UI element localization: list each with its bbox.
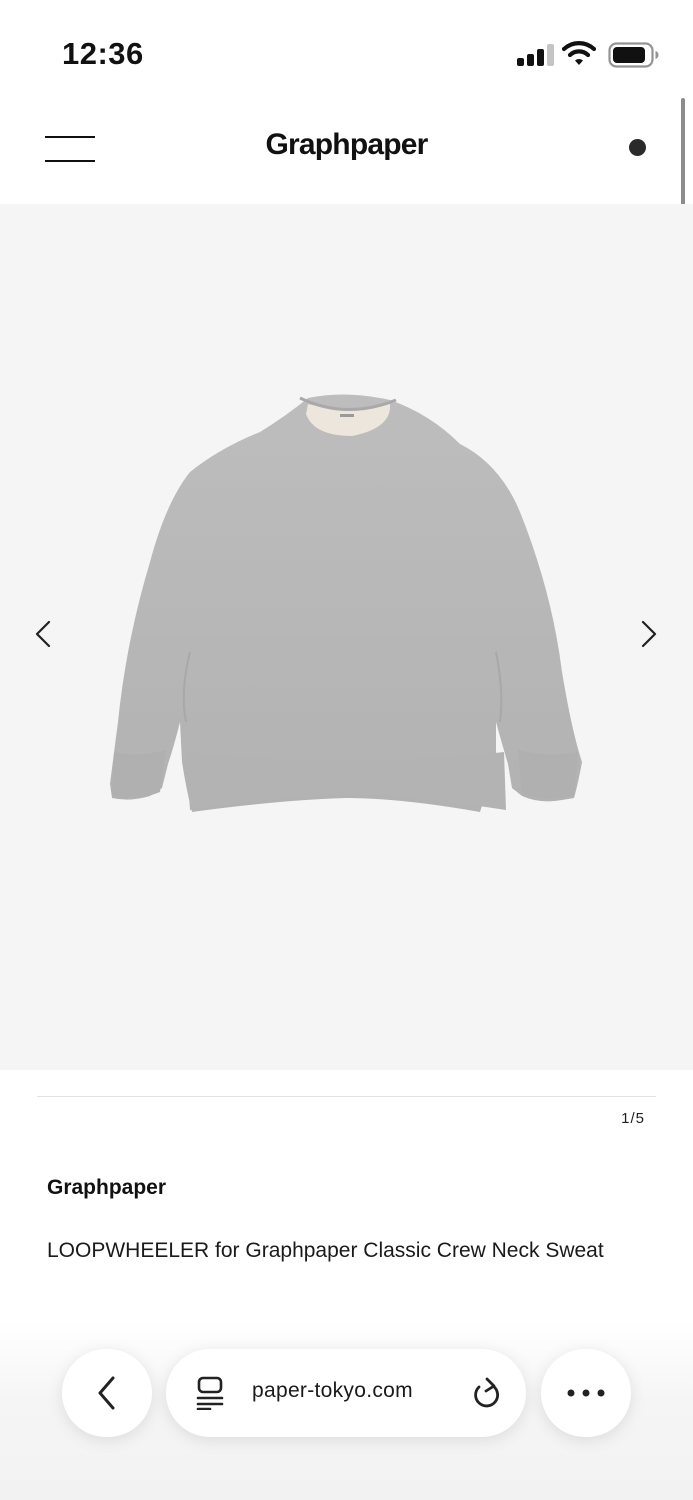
status-bar: 12:36 bbox=[0, 0, 693, 100]
product-gallery bbox=[0, 204, 693, 1070]
battery-icon bbox=[608, 42, 659, 68]
product-image[interactable] bbox=[100, 392, 592, 832]
browser-url-text[interactable]: paper-tokyo.com bbox=[252, 1379, 413, 1403]
chevron-right-icon[interactable] bbox=[634, 616, 664, 652]
wifi-icon bbox=[562, 41, 596, 65]
product-name: LOOPWHEELER for Graphpaper Classic Crew … bbox=[47, 1239, 604, 1262]
reload-icon[interactable] bbox=[469, 1376, 503, 1412]
site-logo[interactable]: Graphpaper bbox=[0, 128, 693, 162]
divider bbox=[37, 1096, 656, 1097]
more-icon bbox=[567, 1389, 605, 1397]
back-icon bbox=[98, 1376, 115, 1410]
chevron-left-icon[interactable] bbox=[28, 616, 58, 652]
signal-icon bbox=[517, 44, 555, 66]
status-time: 12:36 bbox=[62, 36, 144, 71]
browser-back-button[interactable] bbox=[62, 1349, 152, 1437]
cart-icon[interactable] bbox=[629, 139, 646, 156]
browser-url-bar[interactable]: paper-tokyo.com bbox=[166, 1349, 526, 1437]
tabs-icon[interactable] bbox=[196, 1376, 226, 1410]
gallery-counter: 1/5 bbox=[621, 1110, 645, 1127]
product-brand[interactable]: Graphpaper bbox=[47, 1176, 166, 1200]
browser-more-button[interactable] bbox=[541, 1349, 631, 1437]
site-header: Graphpaper bbox=[0, 100, 693, 204]
